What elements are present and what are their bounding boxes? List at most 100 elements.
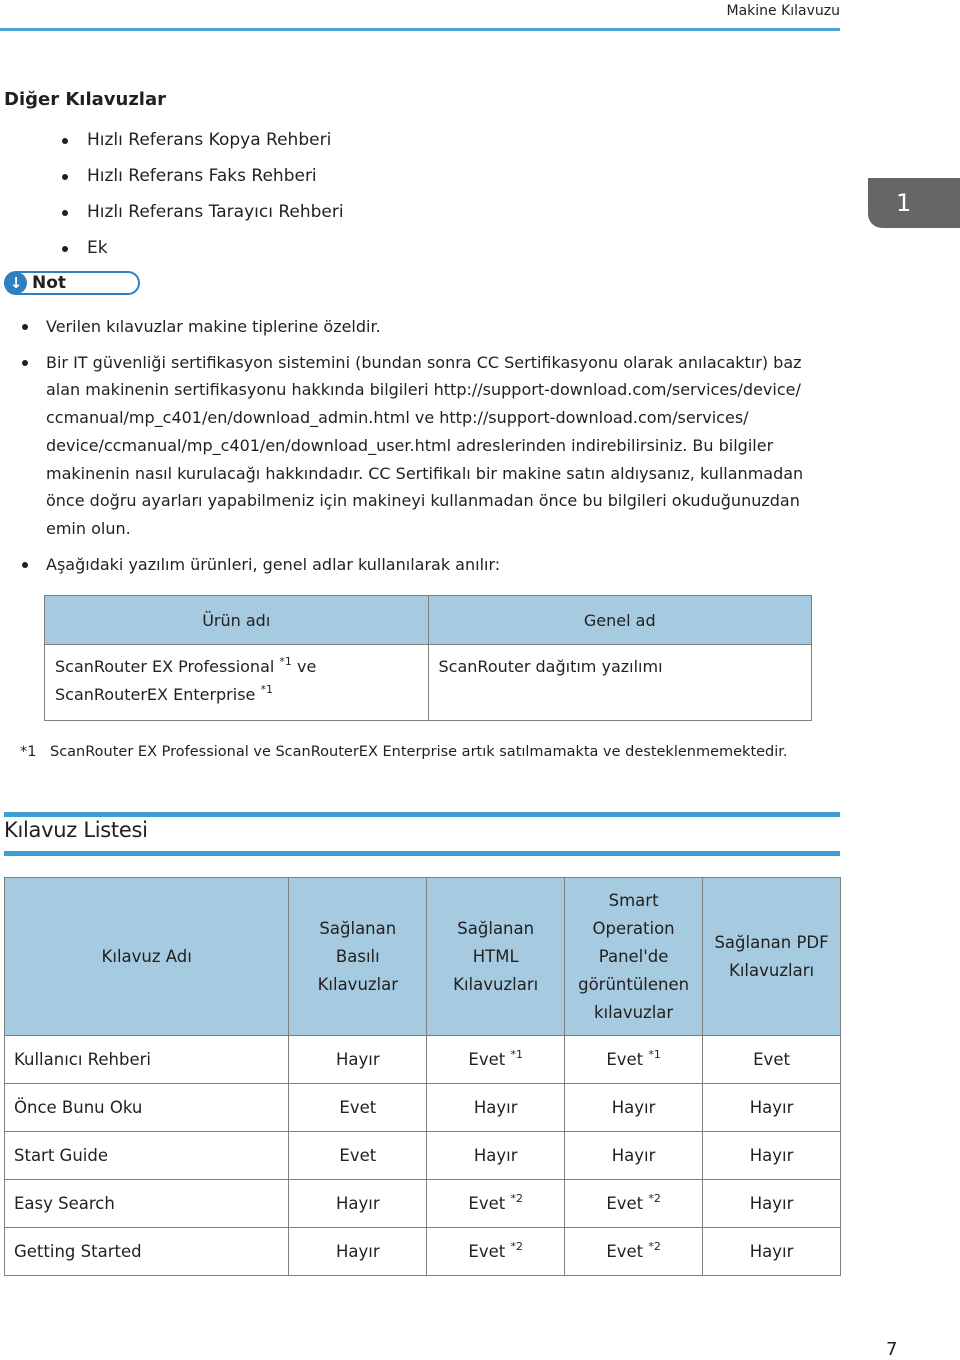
running-header: Makine Kılavuzu: [0, 0, 840, 31]
running-title: Makine Kılavuzu: [726, 3, 840, 19]
bullet-icon: [22, 324, 28, 330]
availability-value: Evet: [606, 1242, 644, 1261]
availability-cell: Evet *1: [564, 1035, 704, 1084]
section-title-guide-list: Kılavuz Listesi: [4, 818, 148, 842]
bullet-icon: [62, 210, 68, 216]
availability-cell: Hayır: [564, 1083, 704, 1132]
footnote-ref: *1: [510, 1048, 523, 1061]
availability-cell: Hayır: [426, 1131, 566, 1180]
availability-cell: Hayır: [702, 1083, 841, 1132]
chapter-tab: 1: [868, 178, 960, 228]
availability-value: Evet: [468, 1050, 506, 1069]
availability-cell: Hayır: [288, 1035, 428, 1084]
note-item-text: Aşağıdaki yazılım ürünleri, genel adlar …: [46, 554, 501, 574]
availability-cell: Evet *2: [426, 1227, 566, 1276]
availability-cell: Evet *2: [564, 1179, 704, 1228]
note-item-text: Bir IT güvenliği sertifikasyon sistemini…: [46, 352, 804, 538]
availability-value: Evet: [339, 1098, 377, 1117]
list-item-text: Hızlı Referans Tarayıcı Rehberi: [87, 202, 344, 222]
footnote: *1 ScanRouter EX Professional ve ScanRout…: [20, 744, 788, 760]
availability-cell: Hayır: [702, 1179, 841, 1228]
list-item-text: Ek: [87, 238, 108, 258]
footnote-ref: *1: [648, 1048, 661, 1061]
column-header-generic-name: Genel ad: [427, 595, 813, 645]
footnote-ref: *2: [648, 1192, 661, 1205]
availability-value: Evet: [606, 1050, 644, 1069]
availability-value: Hayır: [473, 1098, 518, 1117]
page-number: 7: [886, 1339, 898, 1360]
availability-cell: Evet *2: [426, 1179, 566, 1228]
bullet-icon: [22, 561, 28, 568]
table-row: Start Guide Evet Hayır Hayır Hayır: [3, 1131, 841, 1180]
table-header-row: Ürün adı Genel ad: [44, 595, 813, 645]
column-header: Kılavuz Adı: [3, 877, 290, 1036]
footnote-text: ScanRouter EX Professional ve ScanRouter…: [50, 744, 788, 760]
product-name-line: ScanRouterEX Enterprise: [55, 685, 256, 704]
bullet-icon: [62, 246, 68, 252]
availability-value: Evet: [468, 1194, 506, 1213]
column-header: Sağlanan Basılı Kılavuzlar: [288, 877, 428, 1036]
availability-cell: Evet: [702, 1035, 841, 1084]
section-rule-top: [4, 812, 840, 817]
availability-value: Hayır: [749, 1098, 794, 1117]
availability-cell: Evet: [288, 1083, 428, 1132]
note-label: Not: [32, 273, 67, 293]
guide-list-table: Kılavuz Adı Sağlanan Basılı Kılavuzlar S…: [3, 877, 841, 1276]
availability-cell: Hayır: [702, 1131, 841, 1180]
availability-cell: Evet *1: [426, 1035, 566, 1084]
footnote-ref: *2: [648, 1240, 661, 1253]
availability-value: Hayır: [335, 1050, 380, 1069]
note-item: Bir IT güvenliği sertifikasyon sistemini…: [22, 349, 840, 543]
availability-value: Evet: [468, 1242, 506, 1261]
column-header: Smart Operation Panel'de görüntülenen kı…: [564, 877, 704, 1036]
availability-value: Hayır: [749, 1242, 794, 1261]
footnote-ref: *1: [260, 683, 273, 696]
note-badge: ↓ Not: [4, 271, 140, 295]
list-item-text: Hızlı Referans Kopya Rehberi: [87, 130, 332, 150]
availability-value: Hayır: [473, 1146, 518, 1165]
footnote-ref: *2: [510, 1192, 523, 1205]
availability-value: Evet: [339, 1146, 377, 1165]
bullet-icon: [62, 174, 68, 180]
availability-value: Hayır: [335, 1194, 380, 1213]
availability-cell: Hayır: [426, 1083, 566, 1132]
footnote-ref: *2: [510, 1240, 523, 1253]
list-item: Hızlı Referans Tarayıcı Rehberi: [62, 198, 344, 234]
table-row: Kullanıcı Rehberi Hayır Evet *1 Evet *1 Evet: [3, 1035, 841, 1084]
availability-cell: Hayır: [288, 1179, 428, 1228]
table-row: Easy Search Hayır Evet *2 Evet *2 Hayır: [3, 1179, 841, 1228]
footnote-mark: *1: [20, 744, 37, 760]
footnote-ref: *1: [279, 655, 292, 668]
arrow-down-icon: ↓: [5, 272, 27, 294]
guide-name-cell: Önce Bunu Oku: [3, 1083, 290, 1132]
guide-name-cell: Easy Search: [3, 1179, 290, 1228]
availability-value: Hayır: [611, 1146, 656, 1165]
column-header: Sağlanan PDF Kılavuzları: [702, 877, 841, 1036]
guide-name-cell: Getting Started: [3, 1227, 290, 1276]
availability-value: Hayır: [749, 1146, 794, 1165]
note-item: Verilen kılavuzlar makine tiplerine özel…: [22, 313, 840, 341]
product-name-cell: ScanRouter EX Professional *1 ve ScanRou…: [44, 644, 429, 721]
availability-cell: Hayır: [702, 1227, 841, 1276]
table-row: ScanRouter EX Professional *1 ve ScanRou…: [44, 644, 813, 721]
list-item: Hızlı Referans Kopya Rehberi: [62, 126, 344, 162]
availability-cell: Hayır: [564, 1131, 704, 1180]
availability-cell: Hayır: [288, 1227, 428, 1276]
availability-value: Hayır: [335, 1242, 380, 1261]
note-item: Aşağıdaki yazılım ürünleri, genel adlar …: [22, 551, 840, 579]
list-item: Ek: [62, 234, 344, 270]
guide-name-cell: Kullanıcı Rehberi: [3, 1035, 290, 1084]
section-rule-bottom: [4, 851, 840, 856]
availability-cell: Evet: [288, 1131, 428, 1180]
table-header-row: Kılavuz Adı Sağlanan Basılı Kılavuzlar S…: [3, 877, 841, 1036]
product-name-line: ScanRouter EX Professional: [55, 657, 275, 676]
column-header: Sağlanan HTML Kılavuzları: [426, 877, 566, 1036]
conjunction: ve: [297, 657, 317, 676]
table-row: Getting Started Hayır Evet *2 Evet *2 Hayır: [3, 1227, 841, 1276]
note-list: Verilen kılavuzlar makine tiplerine özel…: [22, 313, 840, 586]
generic-name-cell: ScanRouter dağıtım yazılımı: [427, 644, 813, 721]
table-row: Önce Bunu Oku Evet Hayır Hayır Hayır: [3, 1083, 841, 1132]
software-names-table: Ürün adı Genel ad ScanRouter EX Professi…: [44, 595, 813, 721]
column-header-product-name: Ürün adı: [44, 595, 429, 645]
availability-value: Evet: [753, 1050, 790, 1069]
